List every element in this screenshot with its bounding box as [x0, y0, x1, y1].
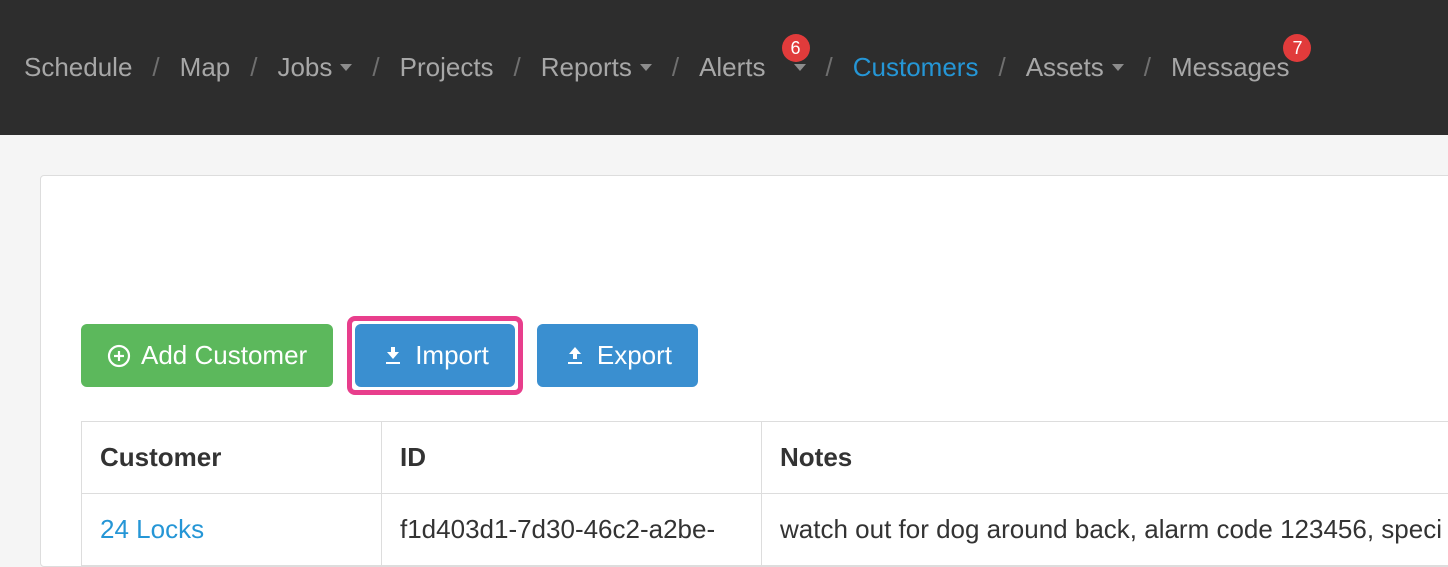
nav-label: Assets [1026, 52, 1104, 83]
nav-separator: / [998, 52, 1005, 83]
nav-reports[interactable]: Reports [541, 52, 652, 83]
nav-label: Customers [853, 52, 979, 83]
messages-badge: 7 [1283, 34, 1311, 62]
nav-alerts[interactable]: Alerts 6 [699, 52, 805, 83]
customer-id: f1d403d1-7d30-46c2-a2be- [382, 494, 762, 566]
import-icon [381, 344, 405, 368]
nav-map[interactable]: Map [180, 52, 231, 83]
nav-label: Alerts [699, 52, 765, 83]
export-icon [563, 344, 587, 368]
nav-label: Messages [1171, 52, 1290, 83]
plus-circle-icon [107, 344, 131, 368]
chevron-down-icon [340, 64, 352, 71]
nav-label: Schedule [24, 52, 132, 83]
customers-panel: Add Customer Import Export [40, 175, 1448, 567]
table-header-row: Customer ID Notes [82, 422, 1448, 494]
top-navbar: Schedule / Map / Jobs / Projects / Repor… [0, 0, 1448, 135]
table-row: 24 Locks f1d403d1-7d30-46c2-a2be- watch … [82, 494, 1448, 566]
import-button[interactable]: Import [355, 324, 515, 387]
nav-jobs[interactable]: Jobs [277, 52, 352, 83]
nav-assets[interactable]: Assets [1026, 52, 1124, 83]
button-label: Add Customer [141, 340, 307, 371]
nav-separator: / [826, 52, 833, 83]
action-button-row: Add Customer Import Export [81, 316, 1448, 395]
highlight-annotation: Import [347, 316, 523, 395]
customer-notes: watch out for dog around back, alarm cod… [762, 494, 1448, 566]
chevron-down-icon [1112, 64, 1124, 71]
column-header-id[interactable]: ID [382, 422, 762, 494]
column-header-notes[interactable]: Notes [762, 422, 1448, 494]
export-button[interactable]: Export [537, 324, 698, 387]
nav-messages[interactable]: Messages 7 [1171, 52, 1290, 83]
add-customer-button[interactable]: Add Customer [81, 324, 333, 387]
nav-separator: / [514, 52, 521, 83]
nav-separator: / [250, 52, 257, 83]
nav-separator: / [152, 52, 159, 83]
column-header-customer[interactable]: Customer [82, 422, 382, 494]
nav-separator: / [372, 52, 379, 83]
chevron-down-icon [794, 64, 806, 71]
nav-label: Reports [541, 52, 632, 83]
chevron-down-icon [640, 64, 652, 71]
alerts-badge: 6 [782, 34, 810, 62]
nav-label: Jobs [277, 52, 332, 83]
button-label: Import [415, 340, 489, 371]
nav-customers[interactable]: Customers [853, 52, 979, 83]
nav-projects[interactable]: Projects [400, 52, 494, 83]
nav-schedule[interactable]: Schedule [24, 52, 132, 83]
customer-link[interactable]: 24 Locks [82, 494, 382, 566]
nav-label: Map [180, 52, 231, 83]
nav-label: Projects [400, 52, 494, 83]
nav-separator: / [1144, 52, 1151, 83]
content-area: Add Customer Import Export [0, 135, 1448, 567]
customers-table: Customer ID Notes 24 Locks f1d403d1-7d30… [81, 421, 1448, 566]
nav-separator: / [672, 52, 679, 83]
button-label: Export [597, 340, 672, 371]
